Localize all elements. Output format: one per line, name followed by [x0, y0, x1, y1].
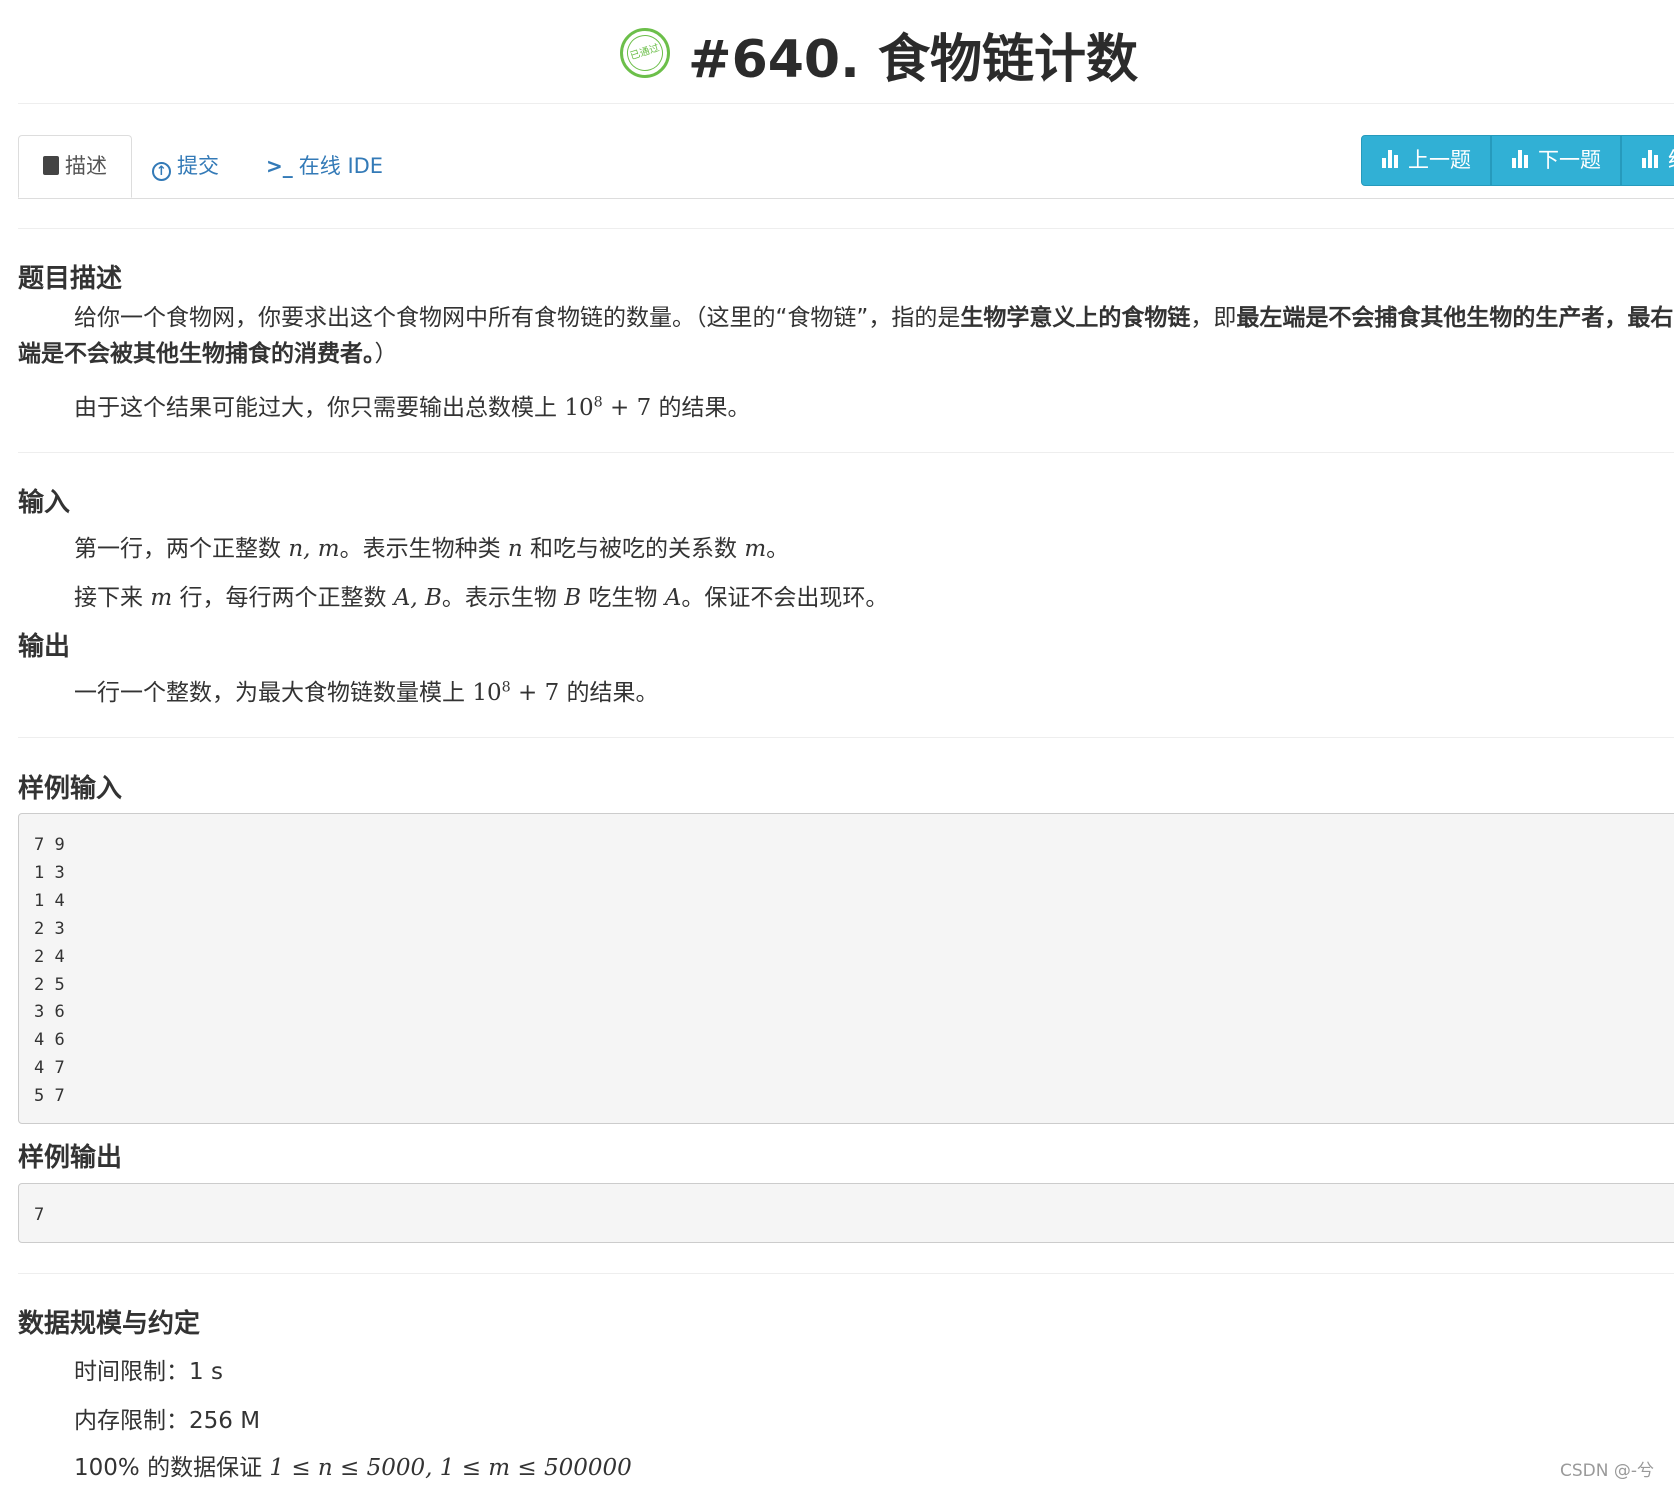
- memory-limit: 内存限制：256 M: [74, 1408, 261, 1434]
- bar-chart-icon: [1512, 150, 1532, 168]
- prev-problem-button[interactable]: 上一题: [1361, 135, 1491, 186]
- terminal-icon: >_: [266, 154, 293, 178]
- page-title: #640. 食物链计数: [688, 30, 1138, 90]
- divider: [18, 737, 1674, 738]
- nav-button-group: 上一题 下一题 统: [1361, 135, 1674, 186]
- book-icon: [43, 156, 59, 175]
- input-line-2: 接下来 m 行，每行两个正整数 A, B。表示生物 B 吃生物 A。保证不会出现…: [74, 585, 889, 611]
- tab-online-ide-label: 在线 IDE: [298, 154, 384, 178]
- passed-stamp-text: 已通过: [622, 30, 668, 76]
- passed-stamp-icon: 已通过: [620, 28, 670, 78]
- tab-description-label: 描述: [65, 154, 107, 178]
- statistics-button[interactable]: 统: [1621, 135, 1674, 186]
- statistics-label: 统: [1668, 148, 1674, 172]
- modulo-paragraph: 由于这个结果可能过大，你只需要输出总数模上 108 + 7 的结果。: [74, 394, 751, 421]
- divider: [18, 103, 1674, 104]
- next-problem-button[interactable]: 下一题: [1491, 135, 1621, 186]
- section-heading-output: 输出: [18, 632, 71, 662]
- bar-chart-icon: [1642, 150, 1662, 168]
- divider: [18, 452, 1674, 453]
- next-problem-label: 下一题: [1538, 148, 1601, 172]
- section-heading-sample-input: 样例输入: [18, 774, 123, 804]
- output-line: 一行一个整数，为最大食物链数量模上 108 + 7 的结果。: [74, 679, 659, 706]
- bar-chart-icon: [1382, 150, 1402, 168]
- divider: [18, 1273, 1674, 1274]
- tab-submit[interactable]: ↑ 提交: [128, 135, 243, 197]
- prev-problem-label: 上一题: [1408, 148, 1471, 172]
- sample-input-block: 7 9 1 3 1 4 2 3 2 4 2 5 3 6 4 6 4 7 5 7: [18, 813, 1674, 1124]
- section-heading-description: 题目描述: [18, 264, 123, 294]
- title-row: 已通过 #640. 食物链计数: [0, 24, 1674, 104]
- section-heading-limits: 数据规模与约定: [18, 1309, 201, 1339]
- description-paragraph: 给你一个食物网，你要求出这个食物网中所有食物链的数量。（这里的“食物链”，指的是…: [18, 305, 1674, 367]
- time-limit: 时间限制：1 s: [74, 1359, 223, 1385]
- upload-circle-icon: ↑: [152, 162, 171, 181]
- sample-output-block: 7: [18, 1183, 1674, 1243]
- tab-online-ide[interactable]: >_ 在线 IDE: [242, 135, 407, 197]
- divider: [18, 228, 1674, 229]
- watermark: CSDN @-兮: [1560, 1461, 1655, 1481]
- input-line-1: 第一行，两个正整数 n, m。表示生物种类 n 和吃与被吃的关系数 m。: [74, 536, 790, 562]
- section-heading-input: 输入: [18, 488, 71, 518]
- tab-description[interactable]: 描述: [18, 135, 132, 198]
- section-heading-sample-output: 样例输出: [18, 1143, 123, 1173]
- tab-submit-label: 提交: [177, 154, 219, 178]
- data-guarantee: 100% 的数据保证 1 ≤ n ≤ 5000, 1 ≤ m ≤ 500000: [74, 1455, 632, 1481]
